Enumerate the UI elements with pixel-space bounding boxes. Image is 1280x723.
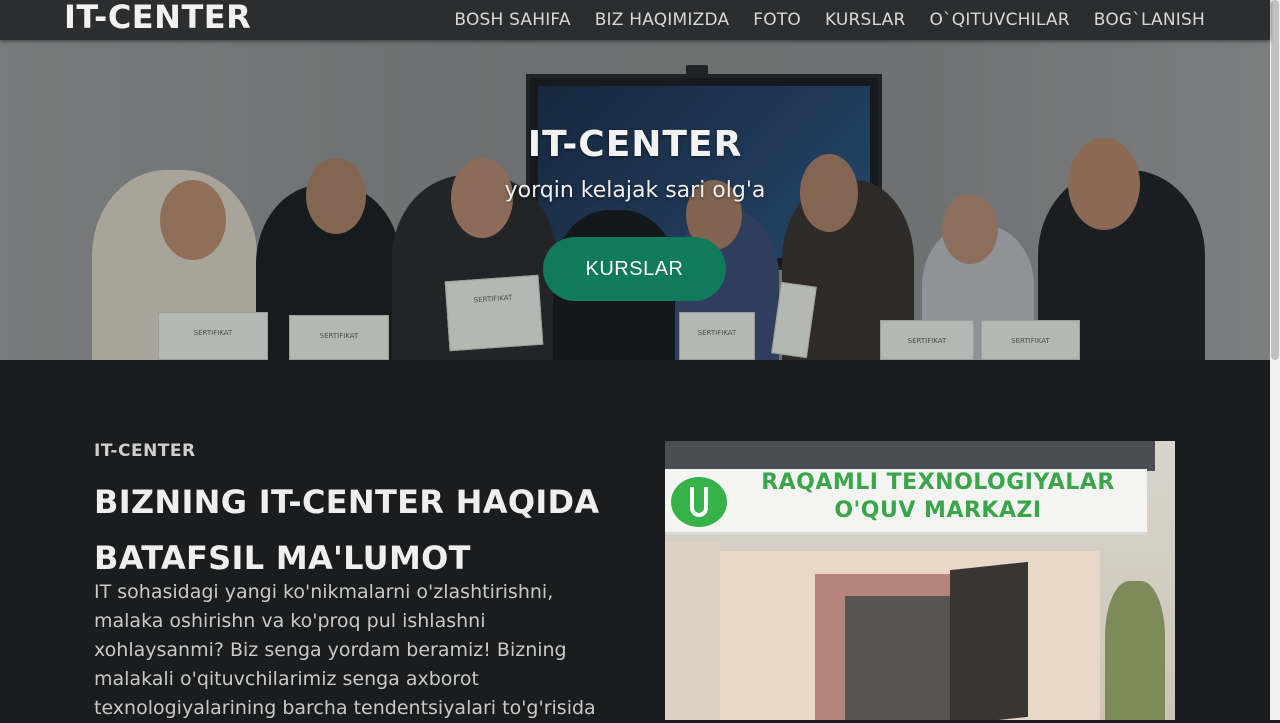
hero-subtitle: yorqin kelajak sari olg'a bbox=[504, 178, 766, 203]
courses-button[interactable]: KURSLAR bbox=[543, 237, 726, 301]
nav-link-photo[interactable]: FOTO bbox=[753, 10, 801, 30]
about-section: IT-CENTER BIZNING IT-CENTER HAQIDA BATAF… bbox=[0, 360, 1270, 720]
sign-line-2: O'QUV MARKAZI bbox=[834, 498, 1042, 523]
photo-tree bbox=[1105, 581, 1165, 720]
sign-line-1: RAQAMLI TEXNOLOGIYALAR bbox=[761, 470, 1115, 495]
nav-link-contact[interactable]: BOG`LANISH bbox=[1094, 10, 1205, 30]
about-description: IT sohasidagi yangi ko'nikmalarni o'zlas… bbox=[94, 581, 596, 719]
building-sign: RAQAMLI TEXNOLOGIYALAR O'QUV MARKAZI bbox=[665, 469, 1147, 535]
sign-logo-mark bbox=[690, 487, 708, 517]
photo-doorway bbox=[845, 596, 950, 720]
top-navbar: IT-CENTER BOSH SAHIFA BIZ HAQIMIZDA FOTO… bbox=[0, 0, 1270, 40]
photo-side-wall bbox=[665, 541, 720, 720]
photo-door bbox=[950, 561, 1028, 720]
hero-section: SERTIFIKAT SERTIFIKAT SERTIFIKAT SERTIFI… bbox=[0, 40, 1270, 360]
about-heading: BIZNING IT-CENTER HAQIDA BATAFSIL MA'LUM… bbox=[94, 483, 600, 577]
sign-logo-icon bbox=[671, 477, 727, 527]
brand-logo[interactable]: IT-CENTER bbox=[64, 0, 251, 37]
building-photo: RAQAMLI TEXNOLOGIYALAR O'QUV MARKAZI bbox=[665, 441, 1175, 720]
scrollbar-thumb[interactable] bbox=[1271, 0, 1279, 360]
page-scrollbar[interactable] bbox=[1270, 0, 1280, 720]
nav-link-about[interactable]: BIZ HAQIMIZDA bbox=[595, 10, 730, 30]
nav-links: BOSH SAHIFA BIZ HAQIMIZDA FOTO KURSLAR O… bbox=[454, 0, 1205, 40]
nav-link-teachers[interactable]: O`QITUVCHILAR bbox=[929, 10, 1069, 30]
hero-title: IT-CENTER bbox=[527, 124, 743, 165]
nav-link-home[interactable]: BOSH SAHIFA bbox=[454, 10, 570, 30]
photo-roof bbox=[665, 441, 1155, 471]
nav-link-courses[interactable]: KURSLAR bbox=[825, 10, 905, 30]
about-kicker: IT-CENTER bbox=[94, 441, 196, 461]
